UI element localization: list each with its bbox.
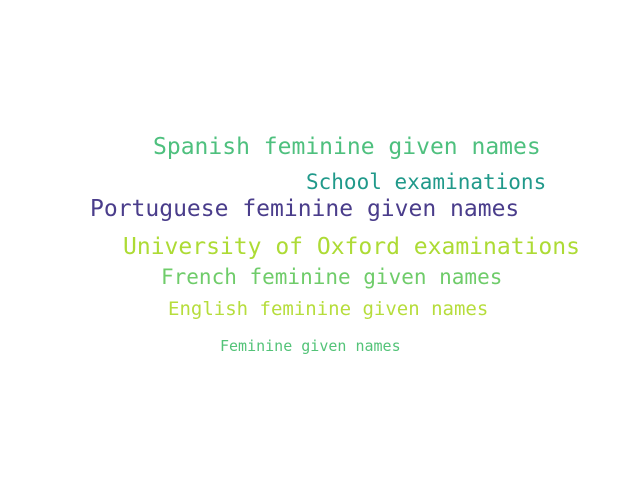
word-cloud: Spanish feminine given names School exam…	[0, 0, 640, 480]
word-spanish-feminine-given-names: Spanish feminine given names	[153, 134, 541, 160]
word-feminine-given-names: Feminine given names	[220, 337, 401, 355]
word-french-feminine-given-names: French feminine given names	[161, 265, 503, 289]
word-english-feminine-given-names: English feminine given names	[168, 298, 489, 320]
word-school-examinations: School examinations	[306, 170, 547, 194]
word-portuguese-feminine-given-names: Portuguese feminine given names	[90, 196, 520, 222]
word-university-of-oxford-examinations: University of Oxford examinations	[123, 234, 580, 260]
